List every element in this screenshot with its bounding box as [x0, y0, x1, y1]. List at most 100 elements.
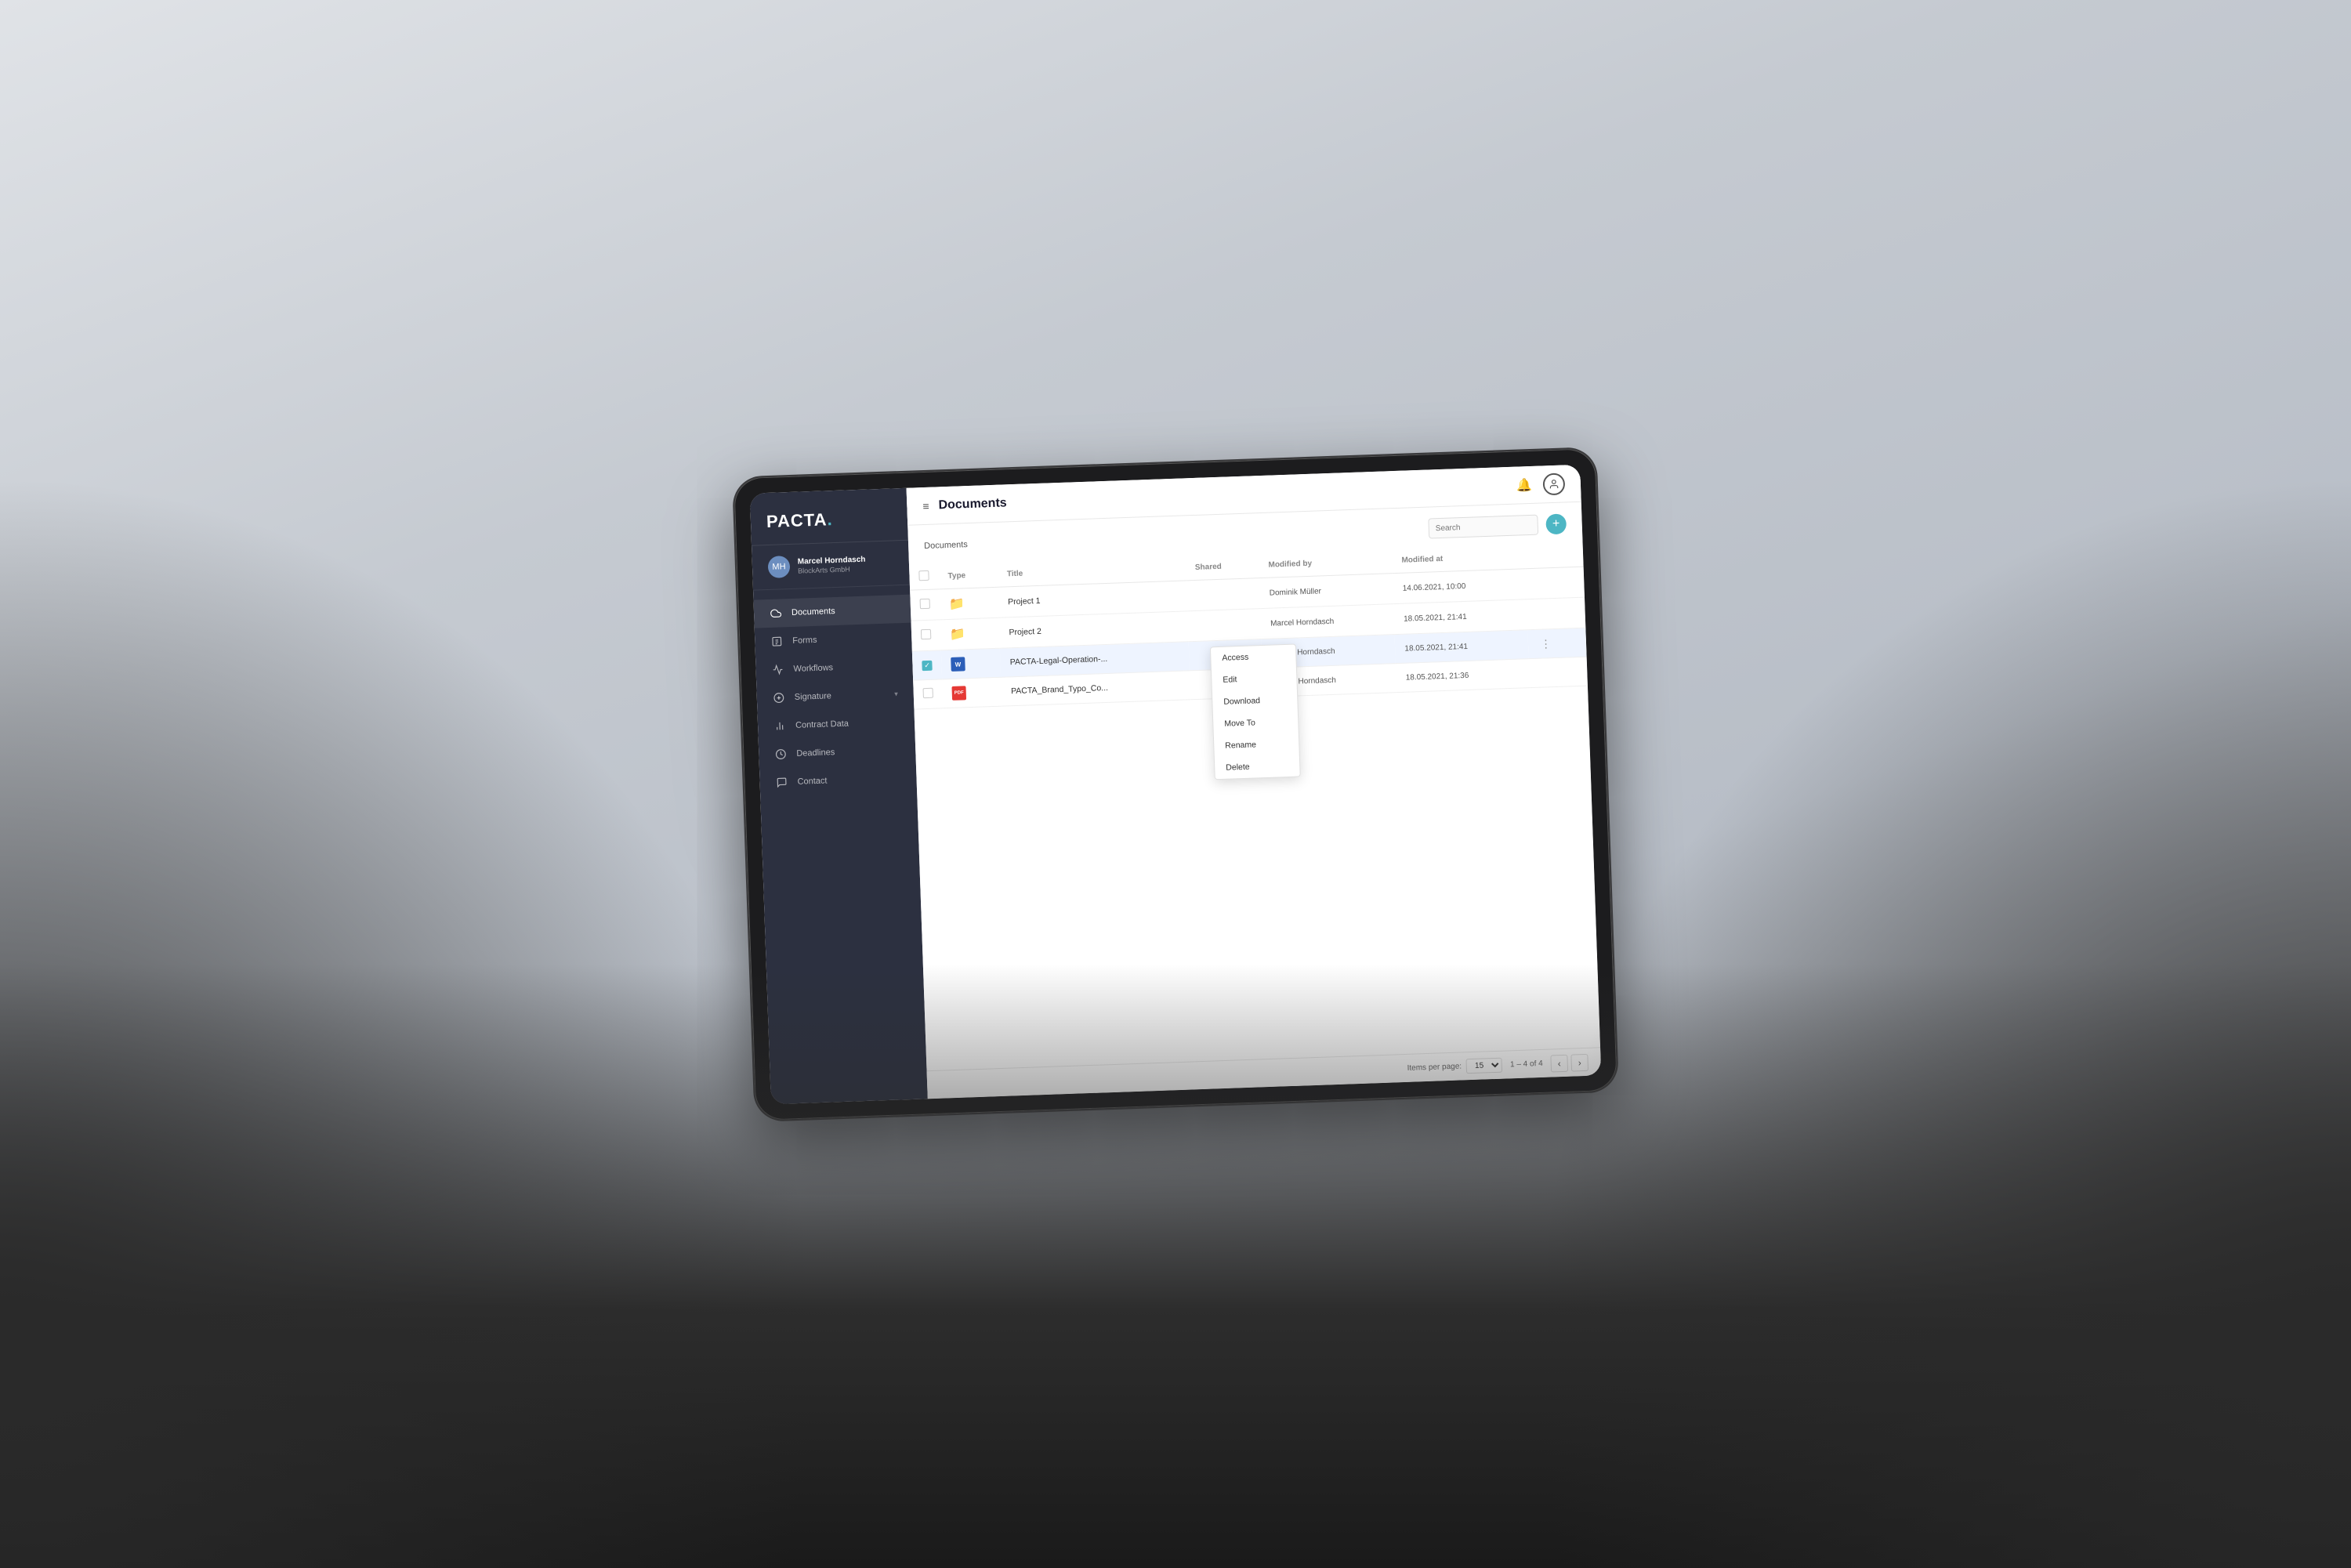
deadlines-icon: [774, 748, 788, 761]
row1-type-icon: 📁: [948, 596, 965, 612]
sidebar-logo-area: PACTA.: [750, 487, 908, 545]
row4-type-icon: PDF: [951, 686, 966, 701]
context-menu-item-access[interactable]: Access: [1211, 644, 1296, 669]
workflows-icon: [771, 663, 784, 676]
row2-type-icon: 📁: [950, 626, 966, 643]
forms-icon: [770, 635, 784, 648]
context-menu-item-delete[interactable]: Delete: [1215, 754, 1300, 779]
row4-filename: PACTA_Brand_Typo_Co...: [1011, 683, 1108, 695]
row4-checkbox-cell: [913, 679, 943, 708]
hand-left: [0, 470, 823, 1568]
row1-filename: Project 1: [1008, 596, 1041, 606]
prev-page-button[interactable]: ‹: [1550, 1054, 1568, 1072]
context-menu: Access Edit Download Move To Rename Dele…: [1210, 643, 1301, 780]
row4-name: PACTA_Brand_Typo_Co...: [1001, 670, 1190, 705]
row4-checkbox[interactable]: [923, 687, 933, 697]
row2-more: [1527, 597, 1586, 630]
row2-type: 📁: [940, 617, 1000, 650]
tablet-screen: PACTA. MH Marcel Horndasch BlockArts Gmb…: [750, 464, 1602, 1104]
row3-more[interactable]: ⋮: [1527, 628, 1587, 659]
context-menu-item-download[interactable]: Download: [1212, 688, 1298, 713]
row1-modified-at: 14.06.2021, 10:00: [1403, 581, 1466, 592]
contract-data-icon: [773, 719, 787, 733]
contact-icon: [775, 776, 788, 789]
pagination-bar: Items per page: 15 25 50 1 – 4 of 4 ‹ ›: [927, 1047, 1602, 1099]
col-shared: Shared: [1185, 552, 1259, 581]
row3-checkbox[interactable]: ✓: [922, 660, 932, 670]
row1-type: 📁: [939, 587, 999, 620]
topbar-user-icon[interactable]: [1542, 472, 1565, 494]
select-all-checkbox[interactable]: [918, 570, 929, 580]
breadcrumb: Documents: [924, 540, 968, 551]
add-icon: +: [1552, 517, 1560, 530]
row3-type: W: [941, 648, 1002, 679]
row4-more: [1528, 657, 1588, 688]
items-per-page-label: Items per page:: [1407, 1062, 1462, 1072]
sidebar-item-documents-label: Documents: [792, 607, 835, 617]
search-input[interactable]: [1428, 514, 1538, 538]
row2-checkbox-cell: [911, 619, 941, 650]
col-actions: [1524, 541, 1584, 568]
row1-moddate: 14.06.2021, 10:00: [1393, 568, 1527, 603]
logo: PACTA.: [766, 509, 833, 531]
logo-dot: .: [827, 509, 833, 529]
content-area: Documents +: [907, 502, 1601, 1099]
col-modified-by: Modified by: [1259, 548, 1393, 578]
context-menu-item-edit[interactable]: Edit: [1212, 666, 1297, 691]
context-menu-item-rename[interactable]: Rename: [1214, 732, 1299, 757]
sidebar-item-forms-label: Forms: [792, 635, 817, 645]
row3-moddate: 18.05.2021, 21:41: [1395, 629, 1528, 663]
sidebar-item-workflows-label: Workflows: [793, 663, 833, 674]
row3-more-button[interactable]: ⋮: [1537, 636, 1555, 650]
main-content: ≡ Documents 🔔 Docume: [907, 464, 1602, 1099]
signature-icon: [773, 691, 786, 704]
row2-modified-by: Marcel Horndasch: [1270, 617, 1334, 628]
row2-checkbox[interactable]: [921, 628, 931, 639]
user-details: Marcel Horndasch BlockArts GmbH: [798, 553, 894, 576]
row3-filename: PACTA-Legal-Operation-...: [1010, 654, 1108, 666]
sidebar-item-contract-data-label: Contract Data: [795, 719, 849, 730]
tablet: PACTA. MH Marcel Horndasch BlockArts Gmb…: [734, 448, 1617, 1121]
row1-checkbox[interactable]: [920, 598, 930, 608]
row1-modifier: Dominik Müller: [1259, 573, 1393, 608]
signature-arrow: ▾: [894, 689, 898, 697]
sidebar: PACTA. MH Marcel Horndasch BlockArts Gmb…: [750, 487, 928, 1104]
row1-shared: [1186, 578, 1260, 610]
user-info[interactable]: MH Marcel Horndasch BlockArts GmbH: [752, 540, 910, 590]
row1-modified-by: Dominik Müller: [1270, 587, 1321, 597]
next-page-button[interactable]: ›: [1570, 1053, 1588, 1071]
row4-type: PDF: [942, 677, 1002, 708]
page-nav: ‹ ›: [1550, 1053, 1588, 1072]
cloud-icon: [770, 607, 783, 620]
sidebar-item-signature-label: Signature: [795, 691, 831, 702]
row1-more: [1525, 567, 1585, 599]
topbar-actions: 🔔: [1516, 472, 1566, 495]
items-per-page: Items per page: 15 25 50: [1407, 1057, 1502, 1075]
notification-icon[interactable]: 🔔: [1516, 476, 1533, 493]
sidebar-nav: Documents Forms: [753, 585, 928, 1104]
col-modified-at: Modified at: [1392, 543, 1525, 573]
scene: PACTA. MH Marcel Horndasch BlockArts Gmb…: [0, 0, 2351, 1568]
row4-modified-at: 18.05.2021, 21:36: [1406, 671, 1469, 682]
row2-modified-at: 18.05.2021, 21:41: [1404, 612, 1467, 623]
add-button[interactable]: +: [1545, 513, 1567, 534]
row3-checkbox-cell: ✓: [912, 650, 942, 679]
page-info: 1 – 4 of 4: [1510, 1059, 1543, 1068]
row2-shared: [1187, 608, 1262, 641]
col-type: Type: [938, 561, 998, 588]
row2-filename: Project 2: [1009, 626, 1041, 636]
sidebar-item-contact[interactable]: Contact: [759, 763, 917, 797]
sidebar-item-deadlines-label: Deadlines: [796, 748, 835, 759]
row3-modified-at: 18.05.2021, 21:41: [1404, 642, 1468, 653]
menu-icon[interactable]: ≡: [922, 499, 929, 512]
row3-type-icon: W: [951, 657, 965, 672]
hand-right: [1528, 470, 2351, 1568]
row1-checkbox-cell: [910, 588, 940, 620]
row4-moddate: 18.05.2021, 21:36: [1396, 658, 1529, 692]
context-menu-item-move-to[interactable]: Move To: [1213, 710, 1299, 735]
search-area: +: [1428, 513, 1567, 538]
col-checkbox: [909, 563, 939, 590]
sidebar-item-contact-label: Contact: [797, 776, 827, 786]
row2-modifier: Marcel Horndasch: [1260, 603, 1394, 639]
items-per-page-select[interactable]: 15 25 50: [1466, 1057, 1503, 1074]
